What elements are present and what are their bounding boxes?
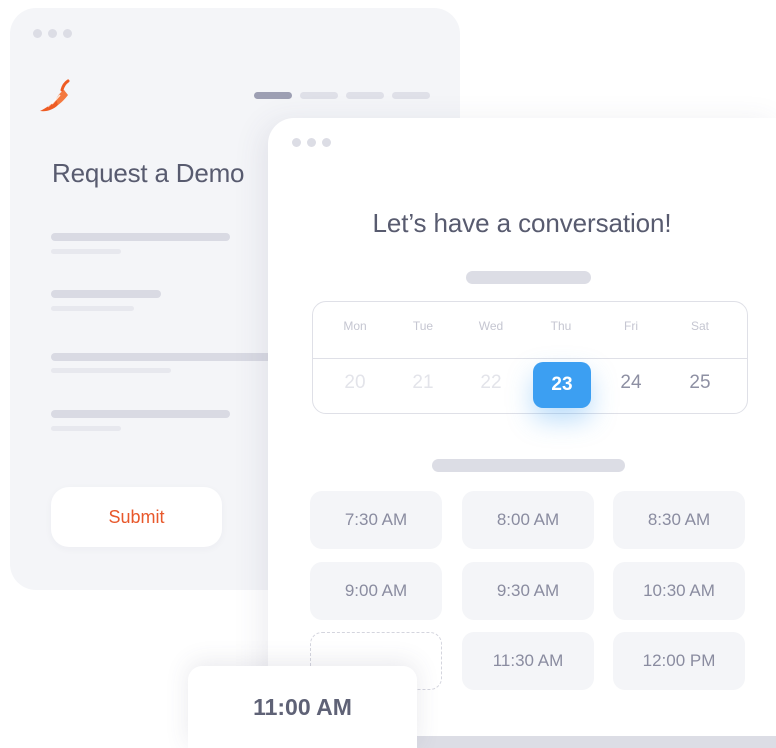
calendar-date-disabled: 20 <box>344 372 366 393</box>
form-field-placeholder[interactable] <box>51 410 230 418</box>
form-field-hint <box>51 368 171 373</box>
calendar-date[interactable]: 25 <box>670 372 730 394</box>
scheduler-title: Let’s have a conversation! <box>372 208 672 238</box>
window-dot <box>292 138 301 147</box>
calendar-date[interactable]: 24 <box>601 372 661 394</box>
form-field-hint <box>51 426 121 431</box>
time-slot[interactable]: 10:30 AM <box>613 562 745 620</box>
scheduler-window: Let’s have a conversation! Mon Tue Wed T… <box>268 118 776 743</box>
date-picker: Mon Tue Wed Thu Fri Sat 20 21 22 23 24 2… <box>312 301 748 414</box>
weekday-label: Wed <box>478 319 504 333</box>
progress-stepper <box>254 92 430 99</box>
form-field-placeholder[interactable] <box>51 353 281 361</box>
weekday-label: Thu <box>550 319 572 333</box>
window-dot <box>63 29 72 38</box>
window-controls <box>33 29 72 38</box>
weekday-header: Mon Tue Wed Thu Fri Sat <box>313 302 747 359</box>
weekday-label: Mon <box>343 319 367 333</box>
step-indicator <box>300 92 338 99</box>
step-indicator <box>346 92 384 99</box>
time-slot[interactable]: 12:00 PM <box>613 632 745 690</box>
form-field-placeholder[interactable] <box>51 290 161 298</box>
calendar-date-selected[interactable]: 23 <box>533 362 591 408</box>
form-field-placeholder[interactable] <box>51 233 230 241</box>
weekday-label: Sat <box>690 319 709 333</box>
time-slot[interactable]: 9:30 AM <box>462 562 594 620</box>
pepper-logo-icon <box>40 79 70 112</box>
window-controls <box>292 138 331 147</box>
page-title: Request a Demo <box>52 158 245 188</box>
time-slot[interactable]: 9:00 AM <box>310 562 442 620</box>
calendar-date-disabled: 22 <box>480 372 502 393</box>
time-slot[interactable]: 7:30 AM <box>310 491 442 549</box>
subtitle-placeholder <box>466 271 591 284</box>
time-slot[interactable]: 11:30 AM <box>462 632 594 690</box>
weekday-label: Fri <box>624 319 638 333</box>
weekday-label: Tue <box>412 319 434 333</box>
window-dot <box>322 138 331 147</box>
submit-button[interactable]: Submit <box>51 487 222 547</box>
window-dot <box>48 29 57 38</box>
calendar-date-disabled: 21 <box>412 372 434 393</box>
form-field-hint <box>51 249 121 254</box>
section-placeholder <box>432 459 625 472</box>
step-indicator <box>392 92 430 99</box>
dragged-time-slot[interactable]: 11:00 AM <box>188 666 417 748</box>
form-field-hint <box>51 306 134 311</box>
step-indicator-active <box>254 92 292 99</box>
window-dot <box>33 29 42 38</box>
window-dot <box>307 138 316 147</box>
time-slot[interactable]: 8:00 AM <box>462 491 594 549</box>
time-slot[interactable]: 8:30 AM <box>613 491 745 549</box>
